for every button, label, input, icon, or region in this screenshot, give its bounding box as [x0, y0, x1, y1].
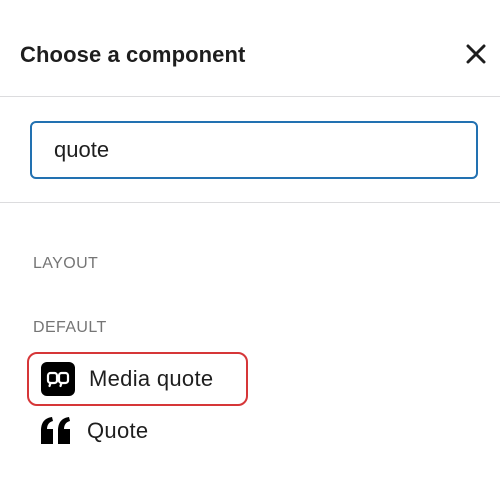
section-heading-layout: LAYOUT [33, 255, 99, 272]
media-quote-icon [41, 362, 75, 396]
close-button[interactable] [460, 38, 492, 70]
result-item-quote[interactable]: Quote [27, 404, 248, 458]
result-label-media-quote: Media quote [89, 366, 214, 391]
section-heading-default: DEFAULT [33, 319, 107, 336]
quote-icon [39, 414, 73, 448]
dialog-header: Choose a component [0, 0, 500, 97]
component-picker-dialog: Choose a component LAYOUT DEFAULT Media … [0, 0, 500, 500]
dialog-title: Choose a component [20, 42, 246, 67]
close-icon [466, 44, 486, 64]
search-input[interactable] [30, 121, 478, 179]
search-area [0, 97, 500, 203]
result-item-media-quote[interactable]: Media quote [27, 352, 248, 406]
result-label-quote: Quote [87, 418, 149, 443]
